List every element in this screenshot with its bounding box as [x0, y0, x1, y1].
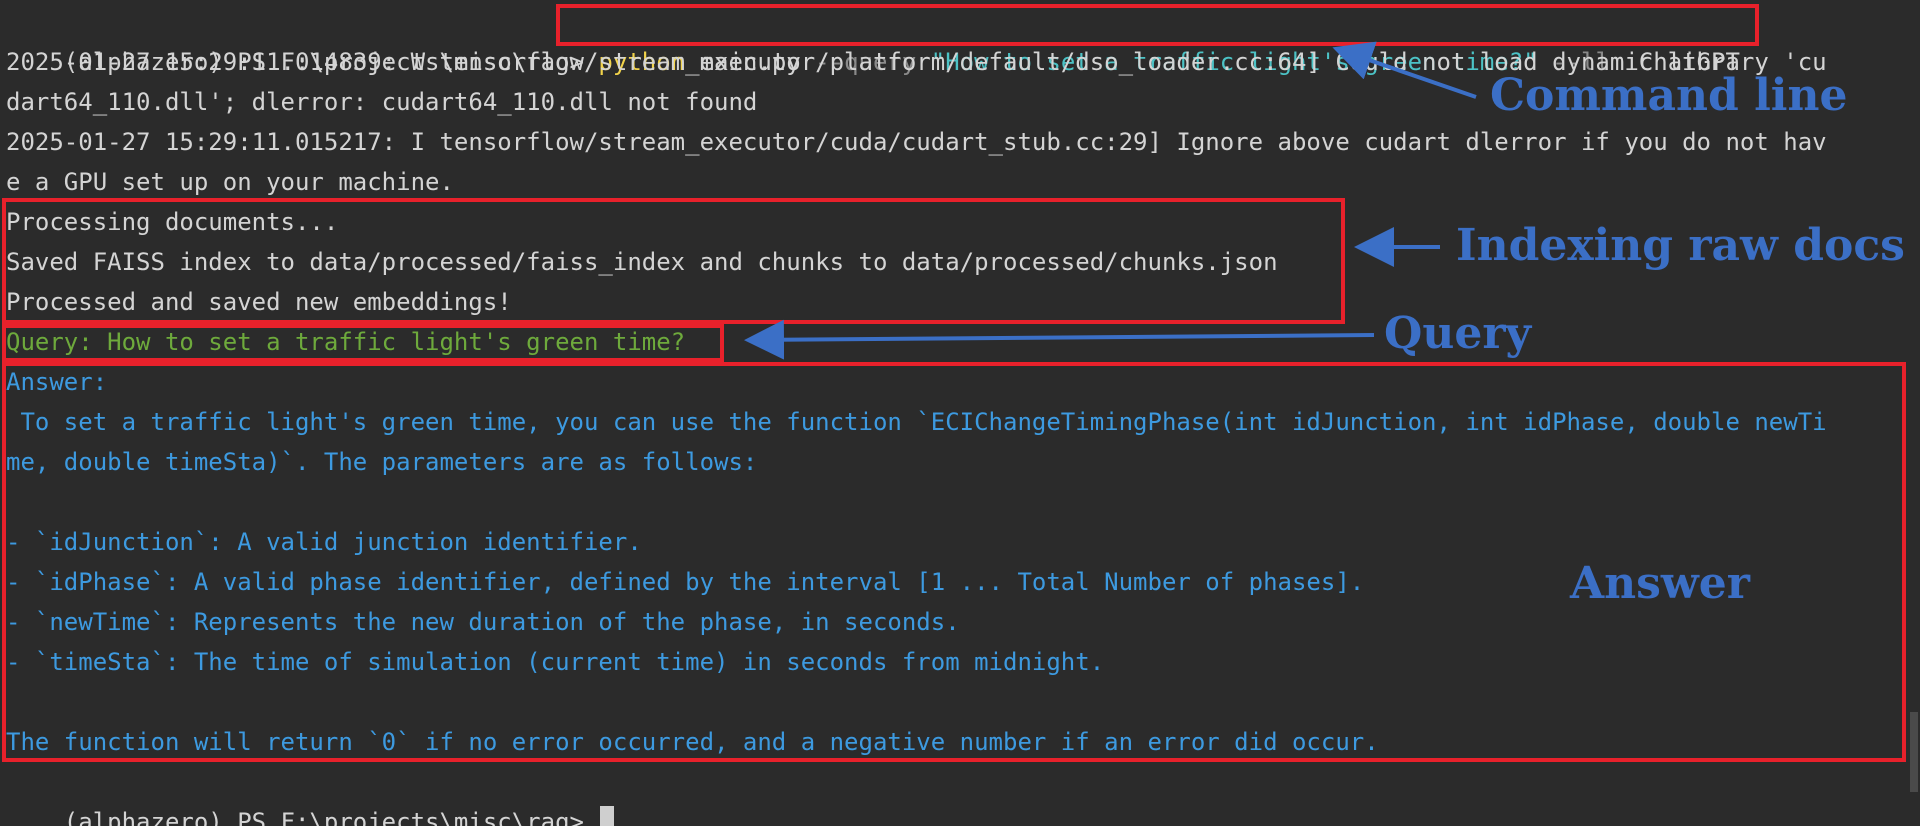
- query-line: Query: How to set a traffic light's gree…: [6, 328, 686, 356]
- text-cursor: [600, 806, 615, 826]
- answer-line: To set a traffic light's green time, you…: [6, 408, 1827, 436]
- index-line: Processed and saved new embeddings!: [6, 288, 512, 316]
- answer-line: - `timeSta`: The time of simulation (cur…: [6, 648, 1105, 676]
- query-arrow: [744, 319, 1375, 360]
- scrollbar-thumb[interactable]: [1910, 712, 1918, 792]
- annotation-command-line: Command line: [1490, 70, 1848, 121]
- terminal-window[interactable]: (alphazero) PS F:\projects\misc\rag> pyt…: [0, 0, 1920, 826]
- command-line: (alphazero) PS F:\projects\misc\rag> pyt…: [6, 2, 1740, 76]
- annotation-answer: Answer: [1570, 558, 1750, 609]
- index-line: Saved FAISS index to data/processed/fais…: [6, 248, 1278, 276]
- final-prompt-line[interactable]: (alphazero) PS F:\projects\misc\rag>: [6, 762, 615, 826]
- index-line: Processing documents...: [6, 208, 339, 236]
- answer-line: - `newTime`: Represents the new duration…: [6, 608, 960, 636]
- answer-line: The function will return `0` if no error…: [6, 728, 1379, 756]
- scrollbar-track[interactable]: [1908, 0, 1920, 826]
- annotation-indexing: Indexing raw docs: [1456, 220, 1905, 271]
- shell-prompt: (alphazero) PS F:\projects\misc\rag>: [63, 808, 599, 826]
- answer-line: Answer:: [6, 368, 108, 396]
- log-line: dart64_110.dll'; dlerror: cudart64_110.d…: [6, 88, 758, 116]
- answer-line: me, double timeSta)`. The parameters are…: [6, 448, 758, 476]
- annotation-query: Query: [1384, 308, 1532, 359]
- answer-line: - `idPhase`: A valid phase identifier, d…: [6, 568, 1365, 596]
- answer-line: - `idJunction`: A valid junction identif…: [6, 528, 642, 556]
- log-line: 2025-01-27 15:29:11.015217: I tensorflow…: [6, 128, 1827, 156]
- log-line: e a GPU set up on your machine.: [6, 168, 454, 196]
